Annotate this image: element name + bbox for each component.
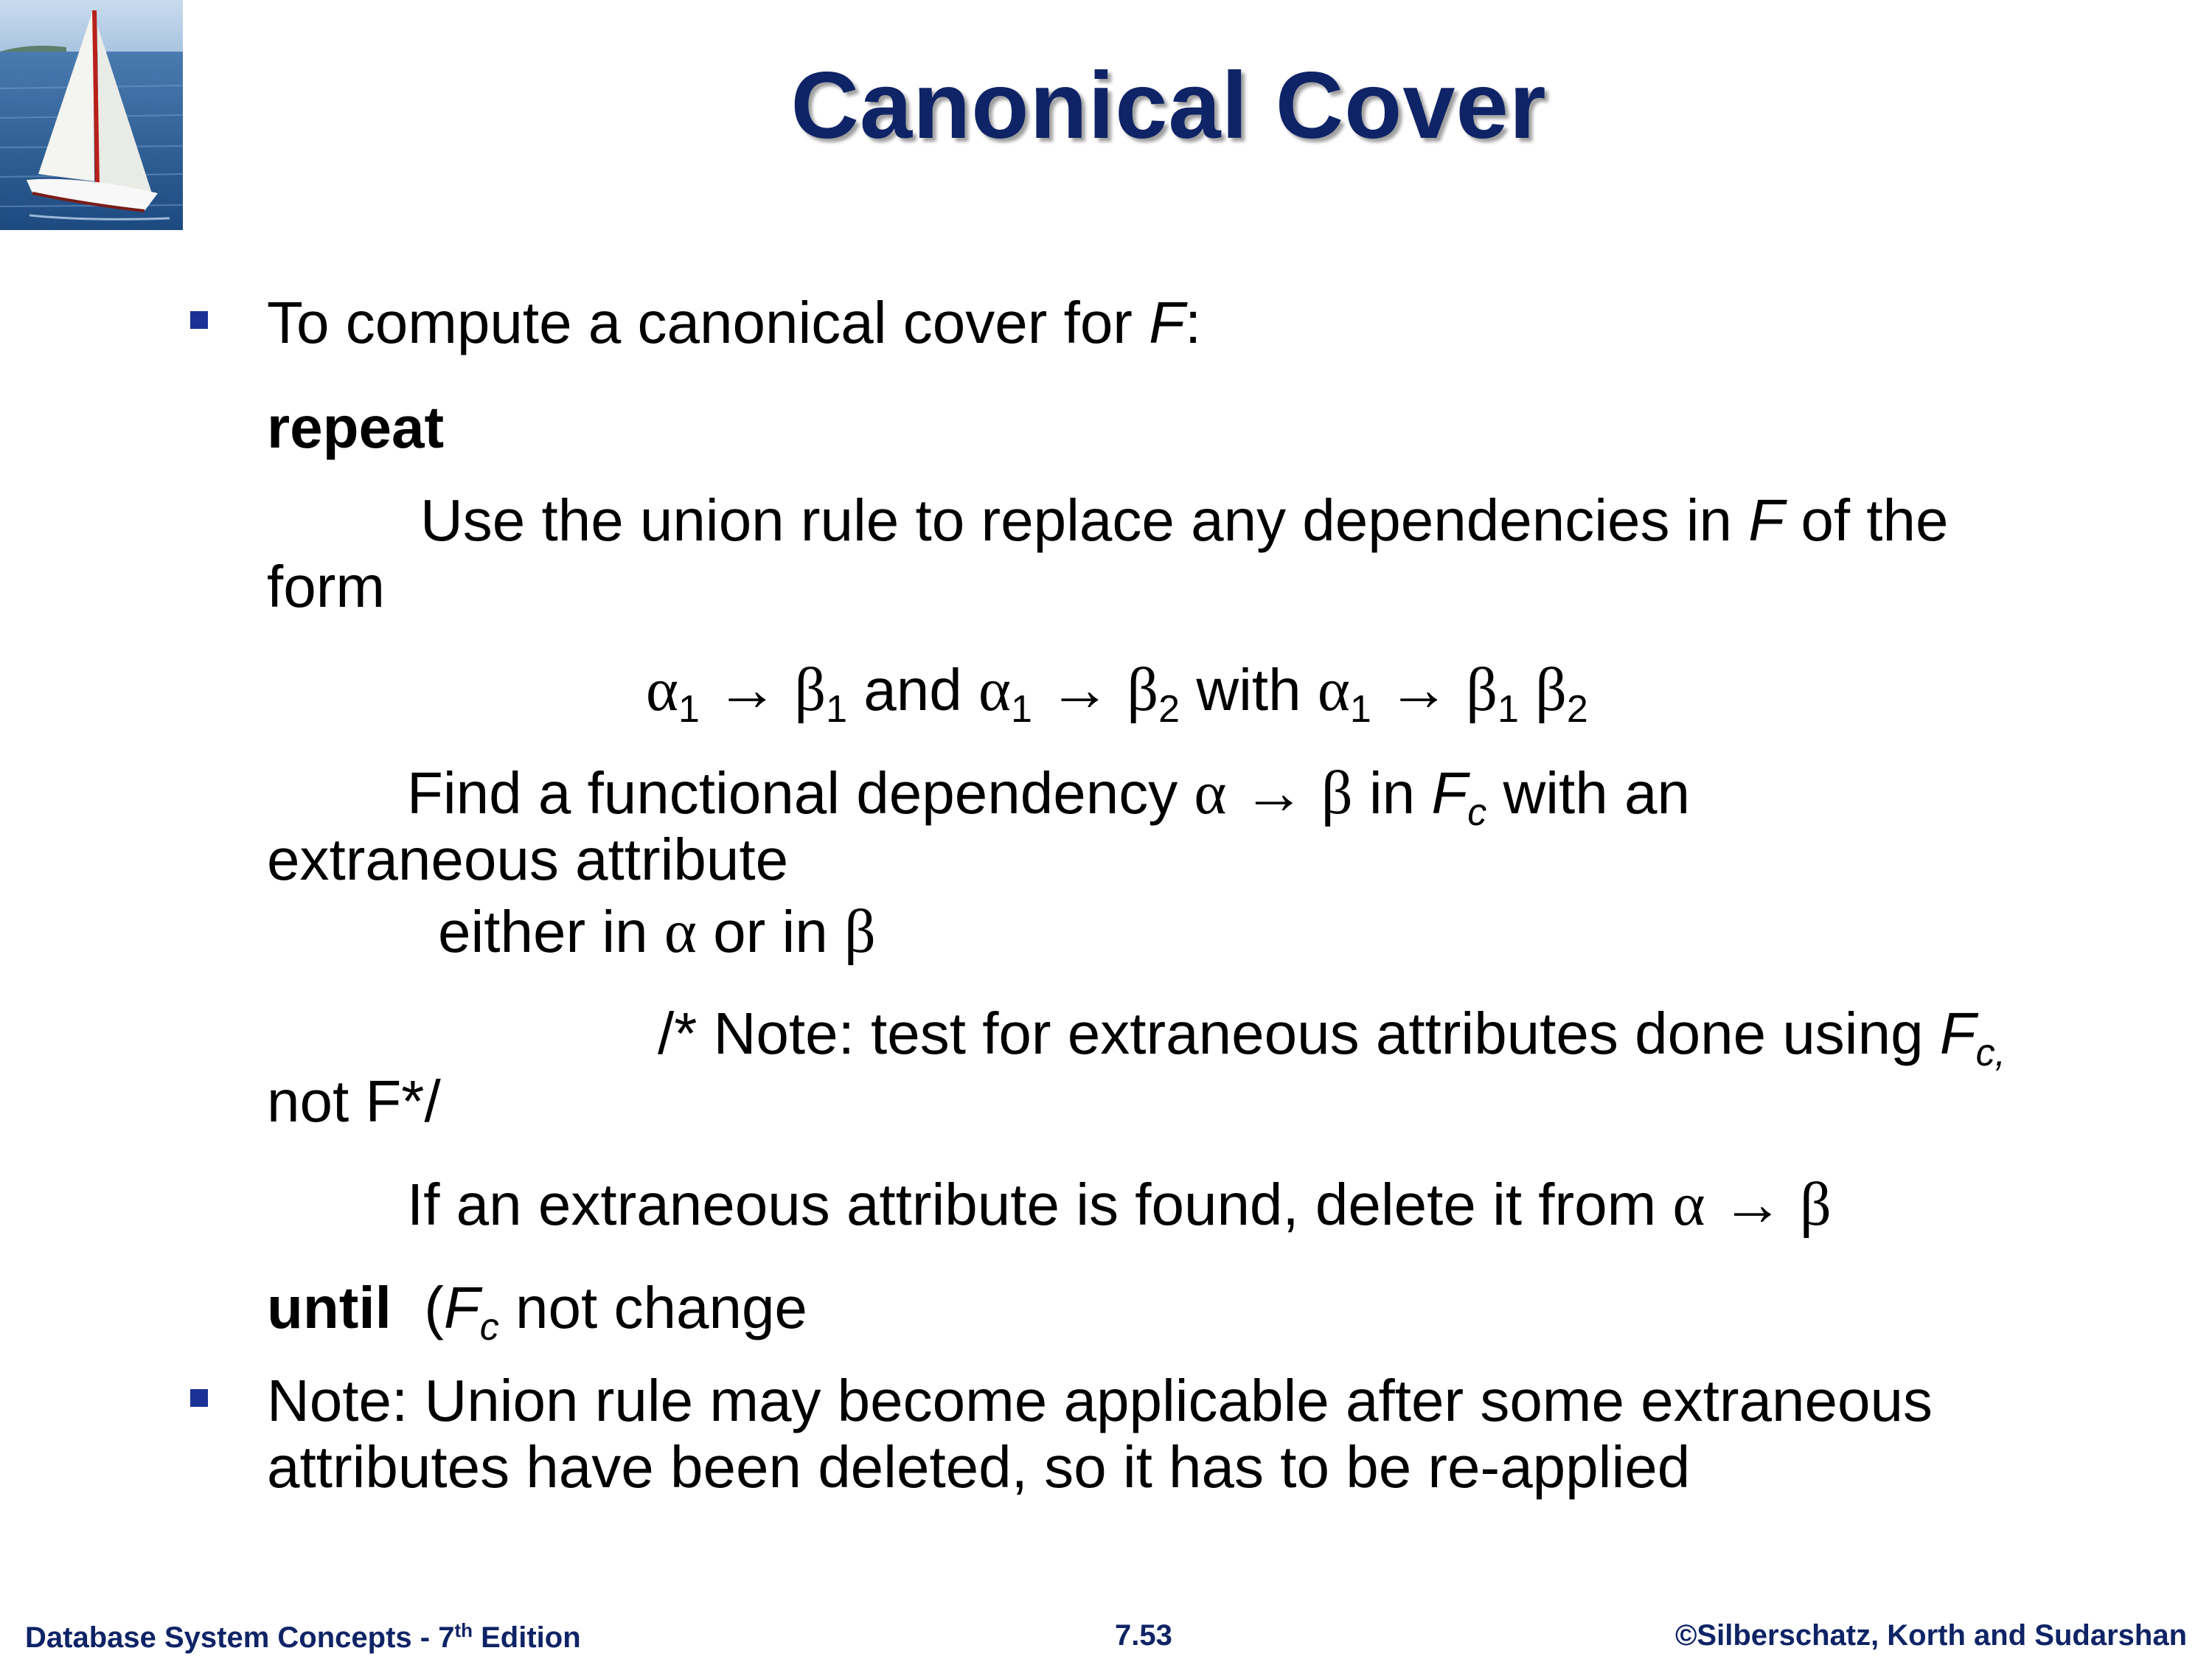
delete-text: If an extraneous attribute is found, del… xyxy=(407,1172,1673,1237)
extraneous-attribute-word: extraneous attribute xyxy=(267,827,789,892)
subscript: 2 xyxy=(1158,688,1180,731)
beta-symbol: β xyxy=(844,897,876,966)
and-word: and xyxy=(847,657,979,723)
with-word: with xyxy=(1180,657,1318,723)
union-rule-line: Use the union rule to replace any depend… xyxy=(420,487,1948,554)
bullet-marker xyxy=(190,1389,208,1407)
alpha-symbol: α xyxy=(1317,655,1350,724)
alpha-symbol: α xyxy=(1194,759,1227,827)
open-paren: ( xyxy=(391,1275,444,1340)
var-F: F xyxy=(1939,1001,1976,1066)
note-text: /* Note: test for extraneous attributes … xyxy=(658,1001,1940,1066)
not-f-star: not F*/ xyxy=(267,1068,441,1134)
bullet1-suffix: : xyxy=(1185,290,1202,355)
beta-symbol: β xyxy=(1127,655,1159,724)
arrow-symbol: → xyxy=(1721,1170,1784,1239)
subscript: 1 xyxy=(1497,688,1519,731)
beta-symbol: β xyxy=(1800,1170,1832,1239)
in-word: in xyxy=(1352,760,1432,826)
beta-symbol: β xyxy=(1321,759,1353,827)
bullet-union-note-line2: attributes have been deleted, so it has … xyxy=(267,1434,1691,1500)
subscript-c: c xyxy=(1467,791,1487,834)
form-word: form xyxy=(267,554,385,619)
footer-superscript: th xyxy=(454,1619,473,1641)
alpha-symbol: α xyxy=(1672,1170,1705,1239)
footer-book-title-text: Database System Concepts - 7 xyxy=(25,1621,455,1654)
slide-title: Canonical Cover xyxy=(790,53,1547,159)
arrow-symbol: → xyxy=(1242,759,1305,827)
bullet-compute-canonical-cover: To compute a canonical cover for F: xyxy=(267,289,1201,357)
or-word: or in xyxy=(696,899,844,964)
repeat-keyword: repeat xyxy=(267,394,445,460)
delete-line: If an extraneous attribute is found, del… xyxy=(407,1171,1832,1239)
bullet-marker xyxy=(190,311,208,329)
beta-symbol: β xyxy=(1466,655,1498,724)
union-text: Use the union rule to replace any depend… xyxy=(420,487,1749,553)
footer-copyright: ©Silberschatz, Korth and Sudarshan xyxy=(1674,1619,2187,1652)
arrow-symbol: → xyxy=(716,655,779,724)
arrow-symbol: → xyxy=(1048,655,1111,724)
find-text: Find a functional dependency xyxy=(407,760,1194,826)
var-F: F xyxy=(1431,760,1468,826)
footer-slide-number: 7.53 xyxy=(1115,1619,1172,1652)
note-comment-line: /* Note: test for extraneous attributes … xyxy=(658,1000,2006,1087)
alpha-symbol: α xyxy=(978,655,1012,724)
arrow-symbol: → xyxy=(1387,655,1450,724)
union-suffix: of the xyxy=(1784,487,1949,553)
beta-symbol: β xyxy=(794,655,827,724)
subscript: 1 xyxy=(1349,688,1371,731)
subscript: 2 xyxy=(1566,688,1588,731)
footer-book-title: Database System Concepts - 7th Edition xyxy=(25,1619,581,1655)
subscript: 1 xyxy=(826,688,848,731)
beta-symbol: β xyxy=(1535,655,1567,724)
either-text: either in xyxy=(438,899,664,964)
union-formula: α1 → β1 and α1 → β2 with α1 → β1 β2 xyxy=(646,656,1588,743)
subscript: 1 xyxy=(1011,688,1032,731)
var-F: F xyxy=(1149,290,1186,355)
bullet-union-note-line1: Note: Union rule may become applicable a… xyxy=(267,1368,1933,1433)
var-F: F xyxy=(1748,487,1785,553)
var-F: F xyxy=(443,1275,480,1340)
either-line: either in α or in β xyxy=(438,898,876,966)
bullet1-text: To compute a canonical cover for xyxy=(267,290,1150,355)
subscript-c: c xyxy=(479,1306,499,1349)
until-suffix: not change xyxy=(498,1275,807,1340)
footer-edition-text: Edition xyxy=(473,1621,581,1654)
subscript: 1 xyxy=(678,688,700,731)
alpha-symbol: α xyxy=(664,897,697,966)
alpha-symbol: α xyxy=(646,655,679,724)
until-line: until (Fc not change xyxy=(267,1274,807,1361)
subscript-c: c, xyxy=(1975,1032,2006,1074)
find-suffix: with an xyxy=(1486,760,1690,826)
until-keyword: until xyxy=(267,1275,392,1340)
